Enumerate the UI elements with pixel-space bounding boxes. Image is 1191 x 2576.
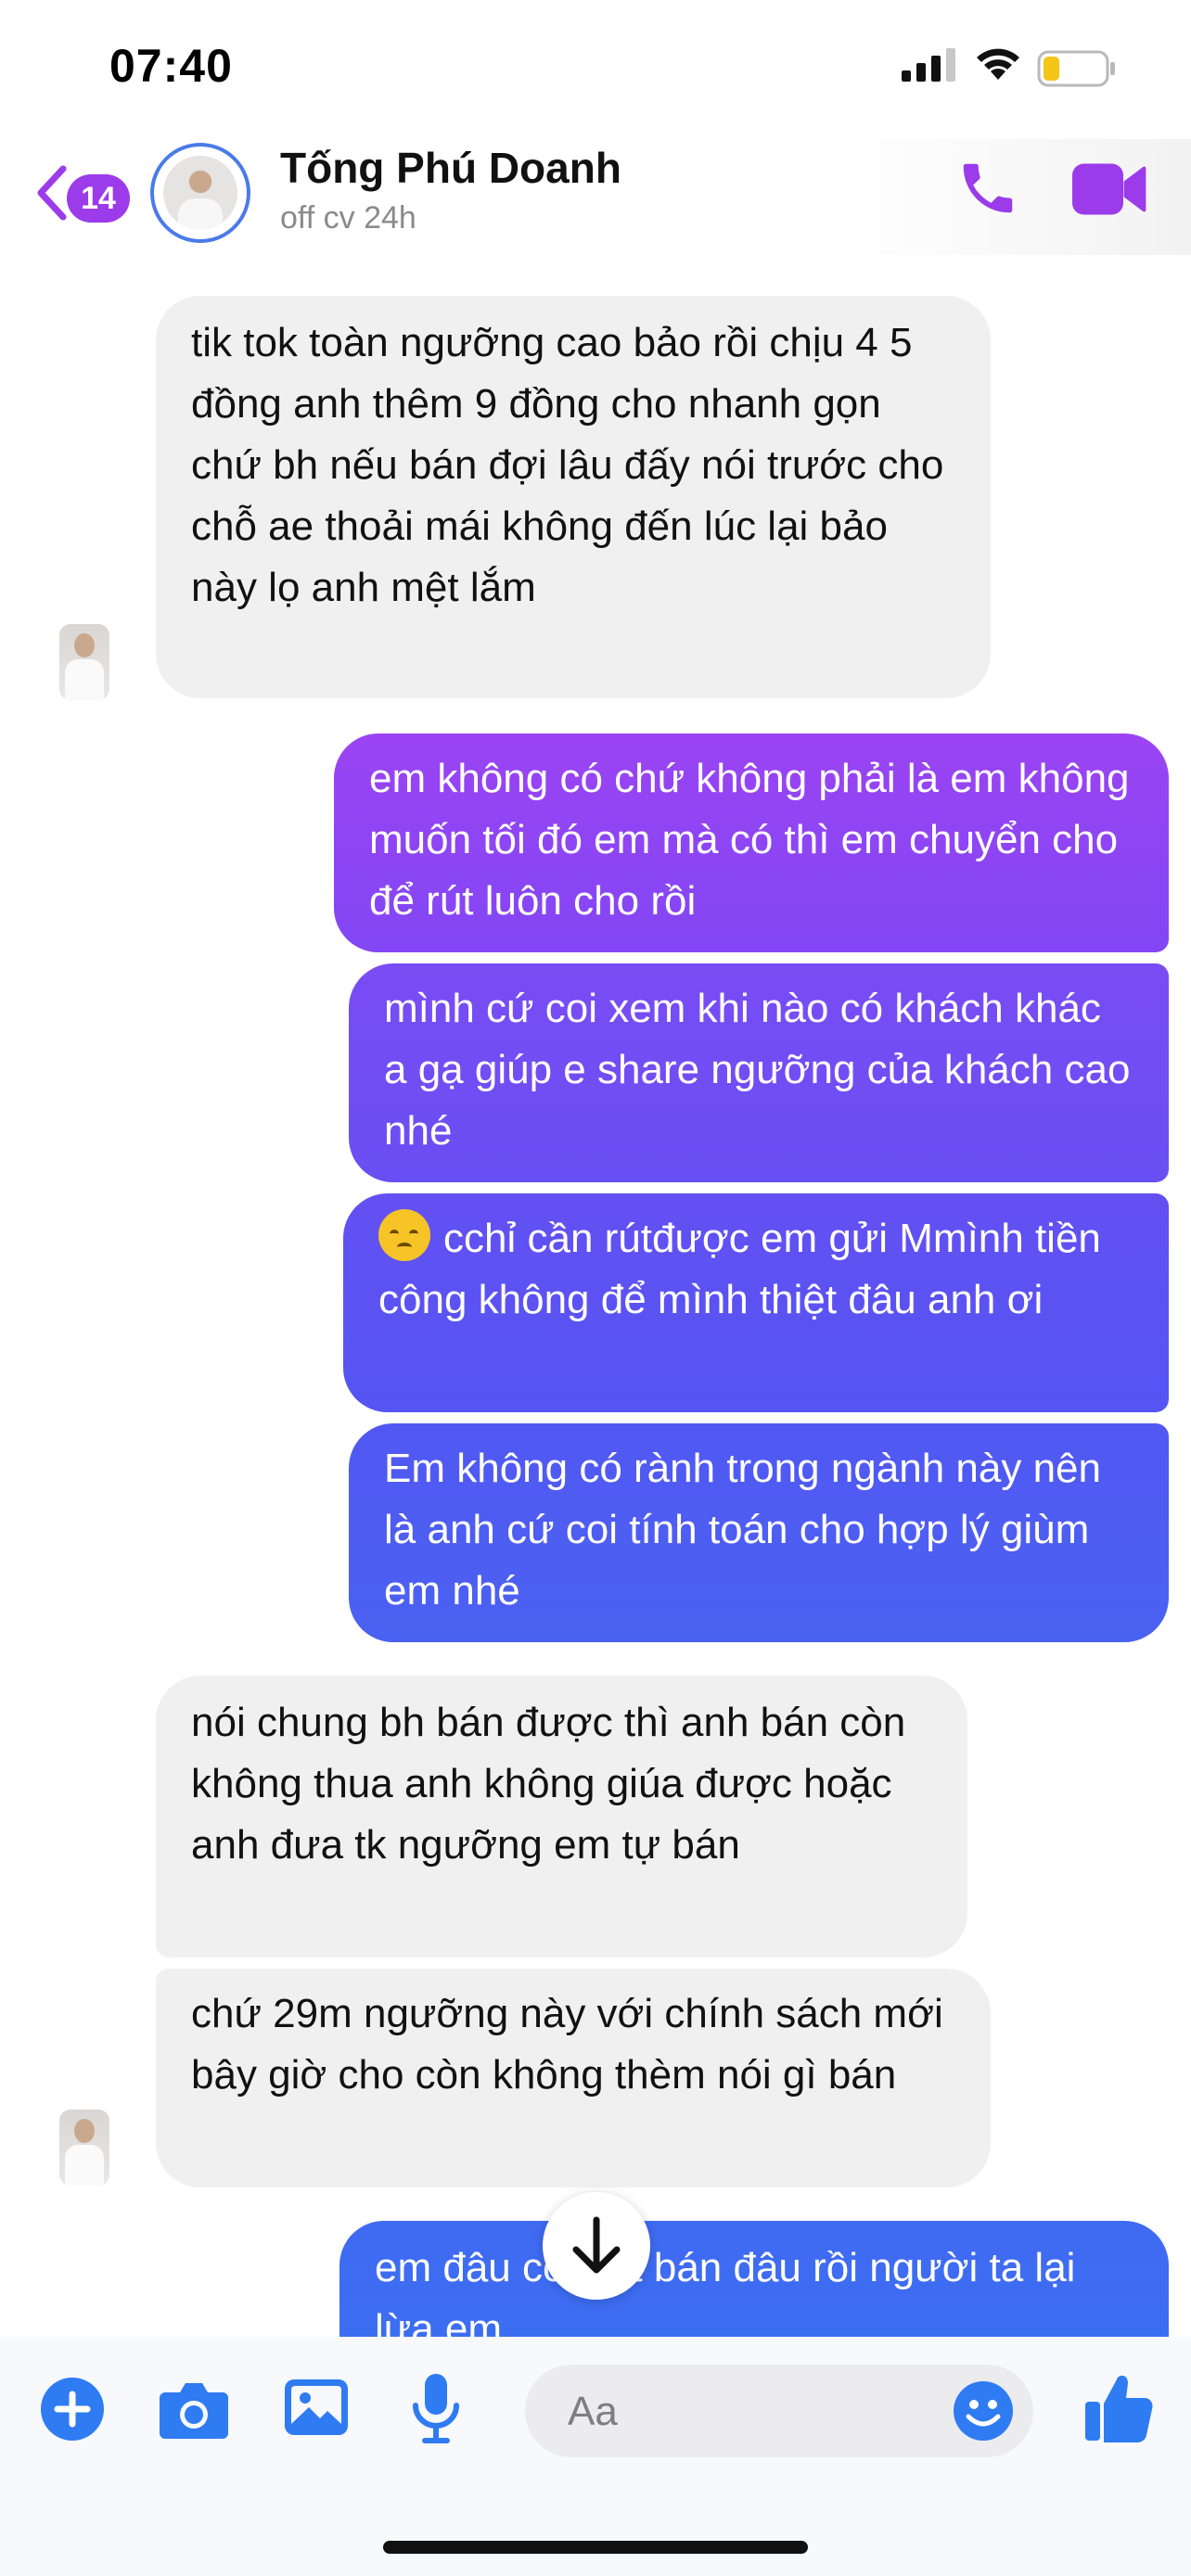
battery-icon [1037, 50, 1115, 87]
video-call-icon[interactable] [1072, 161, 1146, 217]
message-list[interactable]: tik tok toàn ngưỡng cao bảo rồi chịu 4 5… [0, 255, 1191, 2337]
thumbs-up-icon[interactable] [1083, 2370, 1154, 2444]
back-button[interactable]: 14 [35, 159, 137, 224]
scroll-to-bottom-button[interactable] [543, 2192, 650, 2300]
cellular-signal-icon [902, 48, 955, 82]
unread-count-badge: 14 [67, 174, 130, 223]
message-bubble-outgoing[interactable]: em đâu có biết bán đâu rồi người ta lại … [339, 2221, 1169, 2337]
conversation-header: 14 Tống Phú Doanh off cv 24h [0, 139, 1191, 255]
contact-name[interactable]: Tống Phú Doanh [280, 143, 621, 193]
message-bubble-outgoing[interactable]: em không có chứ không phải là em không m… [334, 733, 1169, 952]
microphone-icon[interactable] [408, 2372, 464, 2444]
message-bubble-incoming[interactable]: nói chung bh bán được thì anh bán còn kh… [156, 1676, 967, 1958]
camera-icon[interactable] [158, 2378, 230, 2441]
message-bubble-outgoing[interactable]: mình cứ coi xem khi nào có khách khác a … [349, 963, 1169, 1182]
composer-bar [0, 2337, 1191, 2576]
sender-avatar[interactable] [59, 2110, 109, 2186]
contact-avatar[interactable] [150, 143, 250, 243]
message-bubble-outgoing[interactable]: Em không có rành trong ngành này nên là … [349, 1423, 1169, 1642]
message-bubble-outgoing[interactable]: cchỉ cần rútđược em gửi Mmình tiền công … [343, 1193, 1169, 1412]
message-input[interactable] [566, 2381, 922, 2442]
chevron-left-icon [37, 165, 67, 221]
wifi-icon [977, 48, 1019, 80]
home-indicator [383, 2541, 808, 2554]
add-button[interactable] [41, 2378, 104, 2441]
message-text: cchỉ cần rútđược em gửi Mmình tiền công … [378, 1216, 1101, 1322]
emoji-icon[interactable] [952, 2379, 1015, 2442]
phone-call-icon[interactable] [955, 156, 1020, 221]
contact-status: off cv 24h [280, 200, 416, 236]
sender-avatar[interactable] [59, 624, 109, 700]
arrow-down-icon [572, 2216, 621, 2274]
plus-icon [54, 2391, 91, 2428]
disappointed-face-emoji [378, 1209, 430, 1261]
message-bubble-incoming[interactable]: chứ 29m ngưỡng này với chính sách mới bâ… [156, 1969, 991, 2187]
status-time: 07:40 [109, 40, 233, 92]
message-bubble-incoming[interactable]: tik tok toàn ngưỡng cao bảo rồi chịu 4 5… [156, 296, 991, 698]
gallery-icon[interactable] [283, 2376, 350, 2439]
message-input-field[interactable] [525, 2365, 1033, 2457]
status-bar: 07:40 [0, 0, 1191, 139]
